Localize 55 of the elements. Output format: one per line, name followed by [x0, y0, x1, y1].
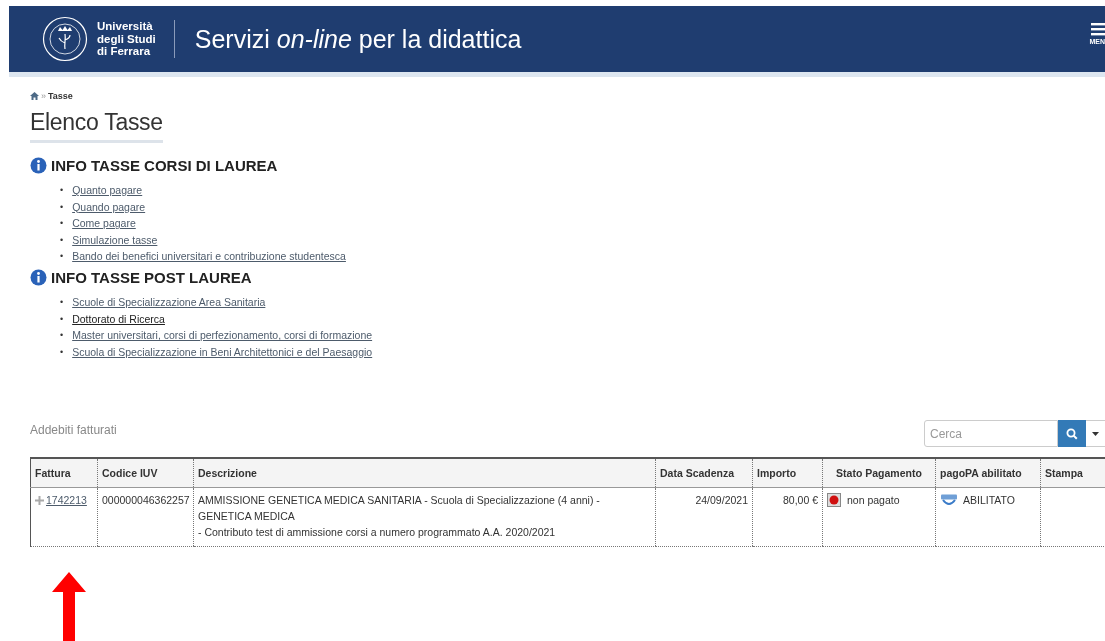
column-header: Stato Pagamento: [822, 458, 936, 488]
table-cell: 000000046362257: [97, 487, 194, 547]
column-header: Fattura: [30, 458, 98, 488]
bullet: •: [60, 329, 64, 343]
column-header: Codice IUV: [97, 458, 194, 488]
table-caption: Addebiti fatturati: [30, 423, 117, 438]
page-title: Elenco Tasse: [30, 109, 163, 143]
breadcrumb-current: Tasse: [48, 91, 73, 101]
info-icon: [30, 157, 47, 174]
search-icon: [1066, 427, 1078, 440]
info-link[interactable]: Scuole di Specializzazione Area Sanitaria: [72, 293, 266, 311]
status-text: non pagato: [847, 493, 900, 509]
info-link[interactable]: Dottorato di Ricerca: [72, 310, 165, 328]
bullet: •: [60, 217, 64, 231]
bullet: •: [60, 200, 64, 214]
section-heading: INFO TASSE CORSI DI LAUREA: [51, 157, 278, 174]
search-field[interactable]: Cerca: [924, 420, 1058, 448]
table-cell: 80,00 €: [752, 487, 823, 547]
dropdown-button[interactable]: [1086, 420, 1105, 448]
column-header: Descrizione: [193, 458, 656, 488]
university-seal-icon: [42, 16, 88, 62]
breadcrumb-separator: »: [41, 91, 46, 101]
bullet: •: [60, 233, 64, 247]
info-link[interactable]: Quanto pagare: [72, 182, 143, 199]
university-name: di Ferrara: [97, 45, 152, 58]
university-name: Università: [97, 20, 154, 33]
invoice-link[interactable]: 1742213: [46, 492, 87, 509]
bullet: •: [60, 312, 64, 326]
info-link[interactable]: Master universitari, corsi di perfezionamento, corsi di formazione: [72, 327, 373, 344]
column-header: pagoPA abilitato: [935, 458, 1041, 488]
caret-icon: [1092, 431, 1099, 436]
info-link[interactable]: Simulazione tasse: [72, 231, 158, 249]
info-icon: [30, 268, 47, 286]
table-cell: AMMISSIONE GENETICA MEDICA SANITARIA - Scuola di Specializzazione (4 anni) - GENETICA MEDICA - Contributo test di ammissione corsi a numero programmato A.A. 2020/2021: [193, 487, 656, 547]
bullet: •: [60, 250, 64, 264]
column-header: Stampa: [1040, 458, 1105, 488]
table-cell: 24/09/2021: [655, 487, 753, 547]
home-icon[interactable]: [30, 92, 39, 100]
info-link[interactable]: Come pagare: [72, 215, 136, 232]
annotation-arrow: [52, 572, 86, 641]
site-title: Servizi on-line per la didattica: [194, 24, 522, 54]
info-link[interactable]: Quando pagare: [72, 198, 146, 216]
menu-icon: [1091, 22, 1105, 36]
bullet: •: [60, 345, 64, 359]
column-header: Data Scadenza: [655, 458, 753, 488]
search-button[interactable]: [1058, 420, 1086, 448]
info-link[interactable]: Bando dei benefici universitari e contribuzione studentesca: [72, 248, 346, 265]
info-link[interactable]: Scuola di Specializzazione in Beni Architettonici e del Paesaggio: [72, 343, 373, 361]
bullet: •: [60, 184, 64, 197]
column-header: Importo: [752, 458, 823, 488]
section-heading: INFO TASSE POST LAUREA: [51, 268, 252, 286]
bullet: •: [60, 295, 64, 309]
pagopa-icon: [940, 494, 958, 507]
university-name: degli Studi: [97, 32, 156, 46]
pagopa-status: ABILITATO: [963, 493, 1015, 509]
